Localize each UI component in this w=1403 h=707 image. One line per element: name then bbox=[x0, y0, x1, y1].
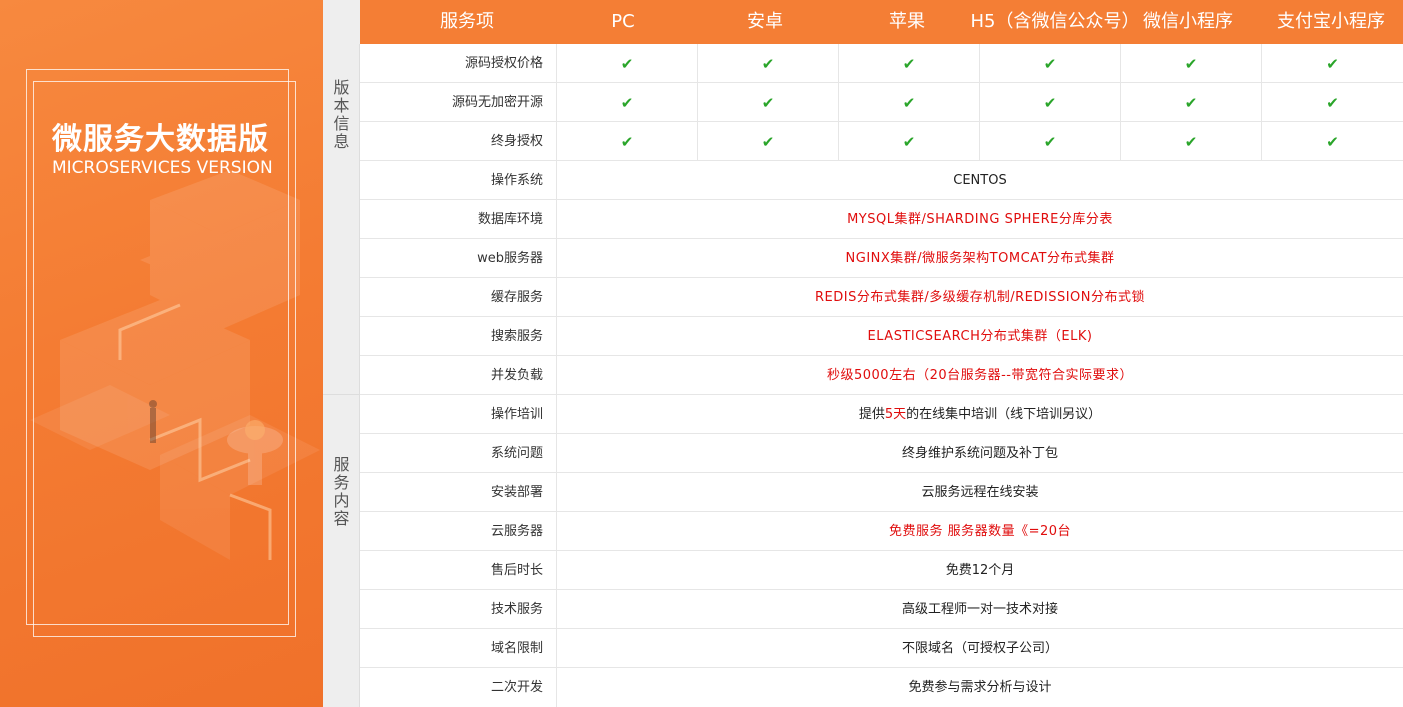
header-platform-pc: PC bbox=[611, 11, 635, 32]
row-label: 云服务器 bbox=[360, 512, 557, 551]
table-row: 缓存服务 REDIS分布式集群/多级缓存机制/REDISSION分布式锁 bbox=[360, 278, 1403, 317]
row-label: web服务器 bbox=[360, 239, 557, 278]
row-value: MYSQL集群/SHARDING SPHERE分库分表 bbox=[847, 212, 1113, 227]
category-column: 版 本 信 息 服 务 内 容 bbox=[323, 0, 360, 707]
row-value: 提供5天的在线集中培训（线下培训另议） bbox=[858, 407, 1102, 422]
table-row: 售后时长 免费12个月 bbox=[360, 551, 1403, 590]
table-row: 搜索服务 ELASTICSEARCH分布式集群（ELK) bbox=[360, 317, 1403, 356]
header-platform-android: 安卓 bbox=[747, 11, 783, 32]
row-label: 并发负载 bbox=[360, 356, 557, 395]
check-icon: ✔ bbox=[620, 133, 634, 151]
category-divider bbox=[323, 394, 360, 395]
check-icon: ✔ bbox=[761, 55, 775, 73]
header-platform-ios: 苹果 bbox=[889, 11, 925, 32]
table-header: 服务项 PC 安卓 苹果 H5（含微信公众号） 微信小程序 支付宝小程序 bbox=[360, 0, 1403, 44]
row-value: REDIS分布式集群/多级缓存机制/REDISSION分布式锁 bbox=[815, 290, 1145, 305]
row-value: CENTOS bbox=[953, 173, 1007, 188]
table-row: 并发负载 秒级5000左右（20台服务器--带宽符合实际要求） bbox=[360, 356, 1403, 395]
row-label: 操作系统 bbox=[360, 161, 557, 200]
table-row: 终身授权 ✔ ✔ ✔ ✔ ✔ ✔ bbox=[360, 122, 1403, 161]
check-icon: ✔ bbox=[902, 55, 916, 73]
check-icon: ✔ bbox=[902, 94, 916, 112]
row-value: 高级工程师一对一技术对接 bbox=[901, 602, 1058, 617]
category-version-info: 版 本 信 息 bbox=[333, 78, 350, 151]
row-value: 免费参与需求分析与设计 bbox=[908, 680, 1052, 695]
check-icon: ✔ bbox=[620, 94, 634, 112]
version-banner: 微服务大数据版 MICROSERVICES VERSION bbox=[0, 0, 323, 707]
row-value: 终身维护系统问题及补丁包 bbox=[901, 446, 1058, 461]
check-icon: ✔ bbox=[1184, 133, 1198, 151]
table-row: 云服务器 免费服务 服务器数量《=20台 bbox=[360, 512, 1403, 551]
row-label: 数据库环境 bbox=[360, 200, 557, 239]
check-icon: ✔ bbox=[1043, 133, 1057, 151]
check-icon: ✔ bbox=[761, 94, 775, 112]
row-value: 免费12个月 bbox=[945, 563, 1015, 578]
check-icon: ✔ bbox=[1184, 55, 1198, 73]
table-row: 二次开发 免费参与需求分析与设计 bbox=[360, 668, 1403, 707]
check-icon: ✔ bbox=[902, 133, 916, 151]
check-icon: ✔ bbox=[1043, 55, 1057, 73]
check-icon: ✔ bbox=[1326, 94, 1339, 112]
table-row: web服务器 NGINX集群/微服务架构TOMCAT分布式集群 bbox=[360, 239, 1403, 278]
row-value: 不限域名（可授权子公司） bbox=[901, 641, 1058, 656]
check-icon: ✔ bbox=[761, 133, 775, 151]
check-icon: ✔ bbox=[1043, 94, 1057, 112]
table-row: 数据库环境 MYSQL集群/SHARDING SPHERE分库分表 bbox=[360, 200, 1403, 239]
row-value: NGINX集群/微服务架构TOMCAT分布式集群 bbox=[845, 251, 1115, 266]
row-label: 技术服务 bbox=[360, 590, 557, 629]
row-value: ELASTICSEARCH分布式集群（ELK) bbox=[867, 329, 1093, 344]
category-service-content: 服 务 内 容 bbox=[333, 455, 350, 528]
row-value: 免费服务 服务器数量《=20台 bbox=[888, 524, 1072, 539]
check-icon: ✔ bbox=[1184, 94, 1198, 112]
row-value: 云服务远程在线安装 bbox=[921, 485, 1039, 500]
table-row: 操作系统 CENTOS bbox=[360, 161, 1403, 200]
row-label: 操作培训 bbox=[360, 395, 557, 434]
row-label: 搜索服务 bbox=[360, 317, 557, 356]
row-label: 域名限制 bbox=[360, 629, 557, 668]
header-platform-h5: H5（含微信公众号） bbox=[970, 11, 1140, 32]
row-label: 源码无加密开源 bbox=[360, 83, 557, 122]
check-icon: ✔ bbox=[1326, 133, 1339, 151]
table-row: 技术服务 高级工程师一对一技术对接 bbox=[360, 590, 1403, 629]
table-row: 源码无加密开源 ✔ ✔ ✔ ✔ ✔ ✔ bbox=[360, 83, 1403, 122]
check-icon: ✔ bbox=[620, 55, 634, 73]
row-label: 二次开发 bbox=[360, 668, 557, 707]
check-icon: ✔ bbox=[1326, 55, 1339, 73]
table-row: 域名限制 不限域名（可授权子公司） bbox=[360, 629, 1403, 668]
training-days-highlight: 5天 bbox=[884, 407, 907, 422]
table-row: 系统问题 终身维护系统问题及补丁包 bbox=[360, 434, 1403, 473]
row-label: 售后时长 bbox=[360, 551, 557, 590]
row-label: 终身授权 bbox=[360, 122, 557, 161]
header-platform-wechat-miniprogram: 微信小程序 bbox=[1143, 11, 1233, 32]
header-platform-alipay-miniprogram: 支付宝小程序 bbox=[1277, 11, 1385, 32]
row-label: 系统问题 bbox=[360, 434, 557, 473]
header-service-item: 服务项 bbox=[440, 11, 494, 32]
edition-title: 微服务大数据版 bbox=[52, 122, 269, 157]
row-label: 安装部署 bbox=[360, 473, 557, 512]
edition-subtitle: MICROSERVICES VERSION bbox=[52, 158, 273, 178]
row-label: 缓存服务 bbox=[360, 278, 557, 317]
table-row: 源码授权价格 ✔ ✔ ✔ ✔ ✔ ✔ bbox=[360, 44, 1403, 83]
table-row: 安装部署 云服务远程在线安装 bbox=[360, 473, 1403, 512]
row-value: 秒级5000左右（20台服务器--带宽符合实际要求） bbox=[826, 368, 1133, 383]
table-row: 操作培训 提供5天的在线集中培训（线下培训另议） bbox=[360, 395, 1403, 434]
row-label: 源码授权价格 bbox=[360, 44, 557, 83]
